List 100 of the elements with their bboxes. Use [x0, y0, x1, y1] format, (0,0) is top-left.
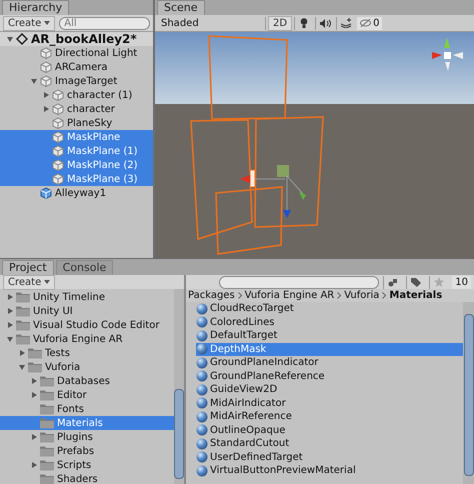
folder-item[interactable]: Tests	[44, 348, 71, 358]
cube-icon	[40, 47, 52, 59]
material-item[interactable]: StandardCutout	[196, 437, 463, 450]
folder-item[interactable]: Unity Timeline	[32, 292, 106, 302]
material-item[interactable]: DepthMask	[196, 342, 463, 356]
material-item[interactable]: GroundPlaneReference	[196, 370, 463, 383]
expanded-arrow-icon[interactable]	[6, 35, 14, 43]
material-item[interactable]: VirtualButtonPreviewMaterial	[196, 464, 463, 478]
hierarchy-item[interactable]: character (1)	[66, 90, 134, 100]
folder-item[interactable]: Unity UI	[32, 306, 74, 316]
search-field[interactable]: All	[59, 16, 150, 30]
chevron-icon	[238, 292, 242, 299]
breadcrumb-item[interactable]: Vuforia	[344, 290, 380, 301]
material-item[interactable]: CloudRecoTarget	[196, 302, 463, 316]
sphere-icon	[196, 424, 208, 436]
hierarchy-item[interactable]: ImageTarget	[54, 76, 118, 86]
collapsed-arrow-icon[interactable]	[30, 433, 38, 441]
prefab-cube-icon	[40, 187, 52, 199]
folder-item[interactable]: Fonts	[56, 404, 85, 414]
material-item[interactable]: GroundPlaneIndicator	[196, 356, 463, 370]
caret-icon	[44, 280, 50, 284]
material-item[interactable]: MidAirReference	[196, 410, 463, 424]
unity-logo-icon	[16, 33, 28, 45]
material-item[interactable]: MidAirIndicator	[196, 396, 463, 410]
folder-icon	[40, 473, 54, 484]
scrollbar-thumb[interactable]	[464, 314, 474, 476]
folder-icon	[40, 459, 54, 471]
material-item[interactable]: ColoredLines	[196, 316, 463, 329]
material-item[interactable]: DefaultTarget	[196, 329, 463, 342]
collapsed-arrow-icon[interactable]	[18, 349, 26, 357]
sphere-icon	[196, 370, 208, 382]
folder-icon	[16, 319, 30, 331]
folder-icon	[16, 291, 30, 303]
folder-icon	[40, 431, 54, 443]
cube-icon	[52, 89, 64, 101]
hierarchy-item[interactable]: Directional Light	[54, 48, 138, 58]
breadcrumb-item[interactable]: Packages	[188, 290, 235, 301]
scrollbar-thumb[interactable]	[174, 389, 184, 479]
material-item[interactable]: UserDefinedTarget	[196, 450, 463, 464]
expanded-arrow-icon[interactable]	[30, 77, 38, 85]
breadcrumb-item[interactable]: Materials	[389, 290, 442, 301]
folder-icon	[16, 333, 30, 345]
sphere-icon	[196, 302, 208, 315]
hierarchy-item[interactable]: Alleyway1	[54, 188, 108, 198]
sphere-icon	[196, 384, 208, 396]
sphere-icon	[196, 410, 208, 423]
sphere-icon	[196, 451, 208, 464]
sphere-icon	[196, 330, 208, 342]
cube-icon	[52, 159, 64, 171]
folder-icon	[16, 305, 30, 317]
folder-item[interactable]: Visual Studio Code Editor	[32, 320, 160, 330]
folder-item[interactable]: Editor	[56, 390, 88, 400]
folder-icon	[40, 417, 54, 429]
sphere-icon	[196, 356, 208, 369]
folder-item[interactable]: Plugins	[56, 432, 94, 442]
chevron-icon	[382, 292, 386, 299]
2d-toggle[interactable]: 2D	[268, 16, 292, 30]
scene-tab[interactable]: Scene	[157, 0, 205, 15]
hierarchy-item[interactable]: PlaneSky	[66, 118, 114, 128]
sphere-icon	[196, 397, 208, 410]
search-field[interactable]	[219, 276, 380, 288]
sphere-icon	[196, 343, 208, 356]
expanded-arrow-icon[interactable]	[18, 363, 26, 371]
folder-item[interactable]: Shaders	[56, 474, 99, 484]
folder-icon	[40, 375, 54, 387]
cube-icon	[52, 173, 64, 185]
folder-icon	[40, 389, 54, 401]
folder-icon	[28, 347, 42, 359]
create-button[interactable]: Create	[3, 275, 56, 290]
cube-icon	[40, 61, 52, 73]
caret-icon	[44, 21, 50, 25]
sphere-icon	[196, 438, 208, 450]
hierarchy-tab[interactable]: Hierarchy	[2, 0, 70, 15]
panel-tab[interactable]: Console	[56, 260, 114, 275]
folder-item[interactable]: Vuforia	[44, 362, 82, 372]
cube-icon	[52, 117, 64, 129]
cube-icon	[52, 103, 64, 115]
breadcrumb-item[interactable]: Vuforia Engine AR	[244, 290, 334, 301]
hidden-objects-count[interactable]: 0	[357, 16, 382, 30]
cube-icon	[52, 145, 64, 157]
material-item[interactable]: GuideView2D	[196, 383, 463, 396]
folder-icon	[40, 403, 54, 415]
hierarchy-item[interactable]: character	[66, 104, 116, 114]
cube-icon	[52, 131, 64, 143]
panel-tab[interactable]: Project	[2, 260, 54, 275]
material-item[interactable]: OutlineOpaque	[196, 424, 463, 437]
hierarchy-item[interactable]: ARCamera	[54, 62, 109, 72]
collapsed-arrow-icon[interactable]	[30, 461, 38, 469]
hidden-eye-icon	[360, 19, 372, 27]
chevron-icon	[337, 292, 342, 299]
folder-icon	[40, 445, 54, 457]
folder-item[interactable]: Prefabs	[56, 446, 96, 456]
shading-dropdown[interactable]: Shaded	[157, 16, 266, 30]
folder-item[interactable]: Databases	[56, 376, 111, 386]
expanded-arrow-icon[interactable]	[6, 335, 14, 343]
sphere-icon	[196, 316, 208, 328]
folder-item[interactable]: Scripts	[56, 460, 92, 470]
folder-item[interactable]: Vuforia Engine AR	[32, 334, 124, 344]
create-button[interactable]: Create	[3, 16, 56, 30]
hidden-packages-count[interactable]: 10	[452, 276, 471, 288]
